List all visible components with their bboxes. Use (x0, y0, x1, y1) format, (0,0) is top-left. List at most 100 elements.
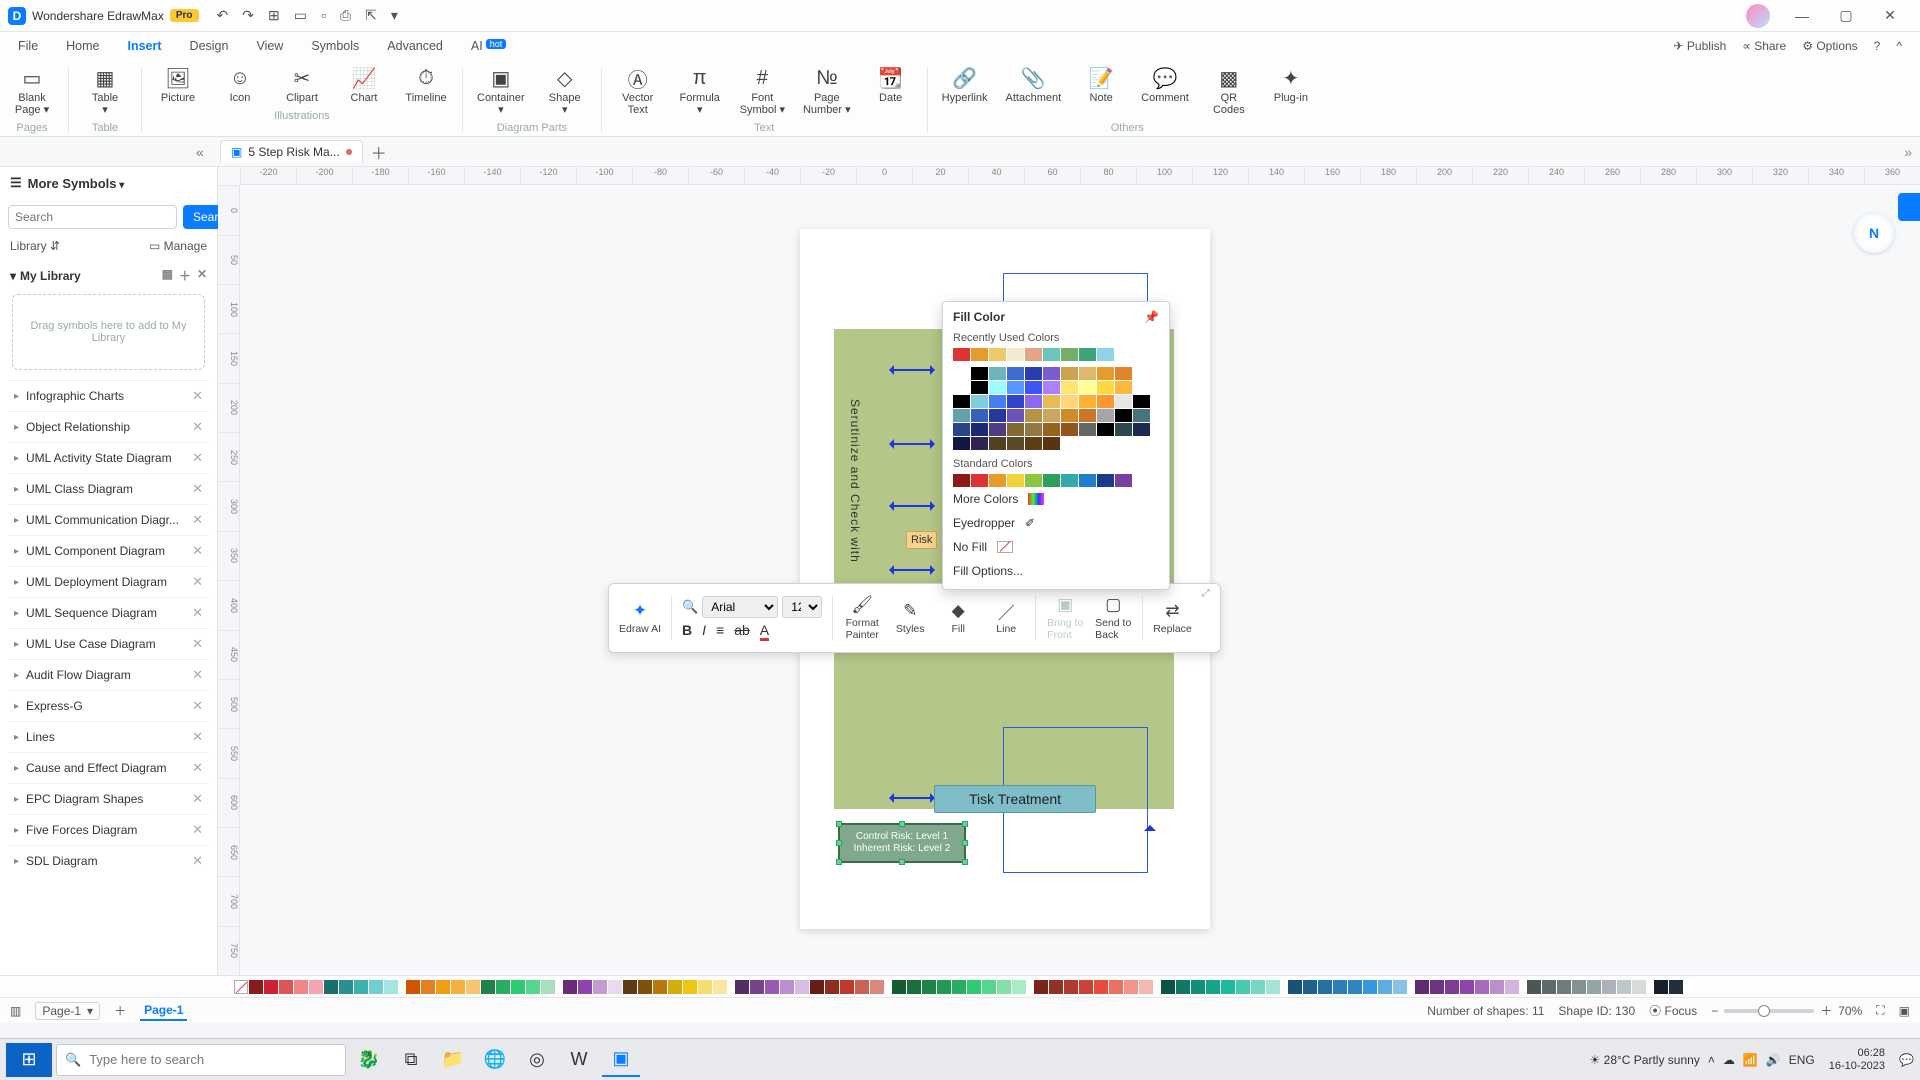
color-swatch[interactable] (1079, 367, 1096, 380)
vertical-label-shape[interactable]: Serutinize and Check with (836, 399, 862, 563)
format-painter-button[interactable]: 🖌Format Painter (843, 595, 881, 641)
color-swatch[interactable] (1133, 395, 1150, 408)
ribbon-picture-button[interactable]: 🖼Picture (156, 66, 200, 104)
palette-swatch[interactable] (1079, 980, 1093, 994)
color-swatch[interactable] (1007, 409, 1024, 422)
page-tab[interactable]: Page-1 (140, 1001, 187, 1021)
palette-swatch[interactable] (1333, 980, 1347, 994)
library-item[interactable]: ▸UML Activity State Diagram✕ (8, 442, 209, 473)
color-swatch[interactable] (971, 381, 988, 394)
color-swatch[interactable] (1061, 381, 1078, 394)
color-swatch[interactable] (1133, 381, 1150, 394)
color-swatch[interactable] (1025, 367, 1042, 380)
color-swatch[interactable] (1097, 348, 1114, 361)
ribbon-date-button[interactable]: 📆Date (869, 66, 913, 116)
color-swatch[interactable] (1043, 474, 1060, 487)
palette-swatch[interactable] (1527, 980, 1541, 994)
color-swatch[interactable] (989, 348, 1006, 361)
color-swatch[interactable] (1043, 348, 1060, 361)
library-item[interactable]: ▸Lines✕ (8, 721, 209, 752)
color-swatch[interactable] (989, 474, 1006, 487)
ribbon-qr-button[interactable]: ▩QRCodes (1207, 66, 1251, 116)
connector-arrow[interactable] (890, 797, 934, 799)
export-button[interactable]: ⇱ (365, 7, 377, 24)
palette-swatch[interactable] (892, 980, 906, 994)
weather-widget[interactable]: ☀ 28°C Partly sunny (1590, 1053, 1700, 1067)
ribbon-font-button[interactable]: #FontSymbol ▾ (740, 66, 785, 116)
minimize-button[interactable]: — (1780, 8, 1824, 24)
library-item[interactable]: ▸UML Class Diagram✕ (8, 473, 209, 504)
color-swatch[interactable] (1133, 409, 1150, 422)
palette-swatch[interactable] (1415, 980, 1429, 994)
palette-swatch[interactable] (1288, 980, 1302, 994)
menu-insert[interactable]: Insert (128, 39, 162, 53)
palette-swatch[interactable] (1542, 980, 1556, 994)
task-view-icon[interactable]: ⧉ (392, 1043, 430, 1077)
palette-swatch[interactable] (982, 980, 996, 994)
library-item-close[interactable]: ✕ (192, 822, 203, 838)
selected-shape[interactable]: Control Risk: Level 1 Inherent Risk: Lev… (838, 823, 966, 863)
palette-swatch[interactable] (937, 980, 951, 994)
color-swatch[interactable] (1043, 395, 1060, 408)
palette-swatch[interactable] (1632, 980, 1646, 994)
palette-swatch[interactable] (1602, 980, 1616, 994)
ribbon-vector-button[interactable]: ⒶVectorText (616, 66, 660, 116)
color-swatch[interactable] (1043, 381, 1060, 394)
color-swatch[interactable] (1115, 474, 1132, 487)
palette-swatch[interactable] (369, 980, 383, 994)
focus-toggle[interactable]: ⦿ Focus (1649, 1002, 1697, 1019)
color-swatch[interactable] (971, 423, 988, 436)
color-swatch[interactable] (1079, 381, 1096, 394)
color-swatch[interactable] (1079, 423, 1096, 436)
color-swatch[interactable] (971, 395, 988, 408)
palette-swatch[interactable] (698, 980, 712, 994)
file-explorer-icon[interactable]: 📁 (434, 1043, 472, 1077)
edraw-ai-button[interactable]: ✦Edraw AI (619, 601, 661, 635)
library-item-close[interactable]: ✕ (192, 791, 203, 807)
panel-menu-icon[interactable]: ☰ (10, 175, 22, 191)
palette-swatch[interactable] (952, 980, 966, 994)
color-swatch[interactable] (953, 395, 970, 408)
bold-button[interactable]: B (682, 622, 692, 641)
palette-swatch[interactable] (1191, 980, 1205, 994)
color-swatch[interactable] (1115, 367, 1132, 380)
chrome-icon[interactable]: ◎ (518, 1043, 556, 1077)
fill-button[interactable]: ◆Fill (939, 601, 977, 635)
color-swatch[interactable] (1061, 395, 1078, 408)
palette-swatch[interactable] (1684, 980, 1698, 994)
palette-swatch[interactable] (354, 980, 368, 994)
palette-swatch[interactable] (1445, 980, 1459, 994)
palette-swatch[interactable] (1557, 980, 1571, 994)
color-swatch[interactable] (989, 395, 1006, 408)
float-expand-icon[interactable]: ⤢ (1202, 588, 1210, 599)
process-shape[interactable]: Tisk Treatment (934, 785, 1096, 813)
color-swatch[interactable] (1007, 367, 1024, 380)
ribbon-timeline-button[interactable]: ⏱Timeline (404, 66, 448, 104)
menu-file[interactable]: File (18, 39, 38, 53)
palette-swatch[interactable] (406, 980, 420, 994)
palette-swatch[interactable] (1617, 980, 1631, 994)
library-item[interactable]: ▸UML Deployment Diagram✕ (8, 566, 209, 597)
library-item[interactable]: ▸UML Communication Diagr...✕ (8, 504, 209, 535)
color-swatch[interactable] (1079, 409, 1096, 422)
library-item[interactable]: ▸Express-G✕ (8, 690, 209, 721)
color-swatch[interactable] (1007, 474, 1024, 487)
library-item-close[interactable]: ✕ (192, 512, 203, 528)
color-swatch[interactable] (953, 409, 970, 422)
print-button[interactable]: ⎙ (340, 7, 351, 24)
ribbon-clipart-button[interactable]: ✂Clipart (280, 66, 324, 104)
palette-swatch[interactable] (765, 980, 779, 994)
palette-swatch[interactable] (294, 980, 308, 994)
save-button[interactable]: ▫ (321, 7, 326, 24)
search-font-icon[interactable]: 🔍 (682, 599, 698, 615)
color-swatch[interactable] (1025, 437, 1042, 450)
library-item-close[interactable]: ✕ (192, 760, 203, 776)
palette-swatch[interactable] (1109, 980, 1123, 994)
replace-button[interactable]: ⇄Replace (1153, 601, 1192, 635)
connector-arrow[interactable] (890, 369, 934, 371)
menu-design[interactable]: Design (190, 39, 229, 53)
ribbon-attachment-button[interactable]: 📎Attachment (1006, 66, 1062, 116)
language-indicator[interactable]: ENG (1789, 1053, 1815, 1067)
library-item-close[interactable]: ✕ (192, 388, 203, 404)
palette-swatch[interactable] (1221, 980, 1235, 994)
